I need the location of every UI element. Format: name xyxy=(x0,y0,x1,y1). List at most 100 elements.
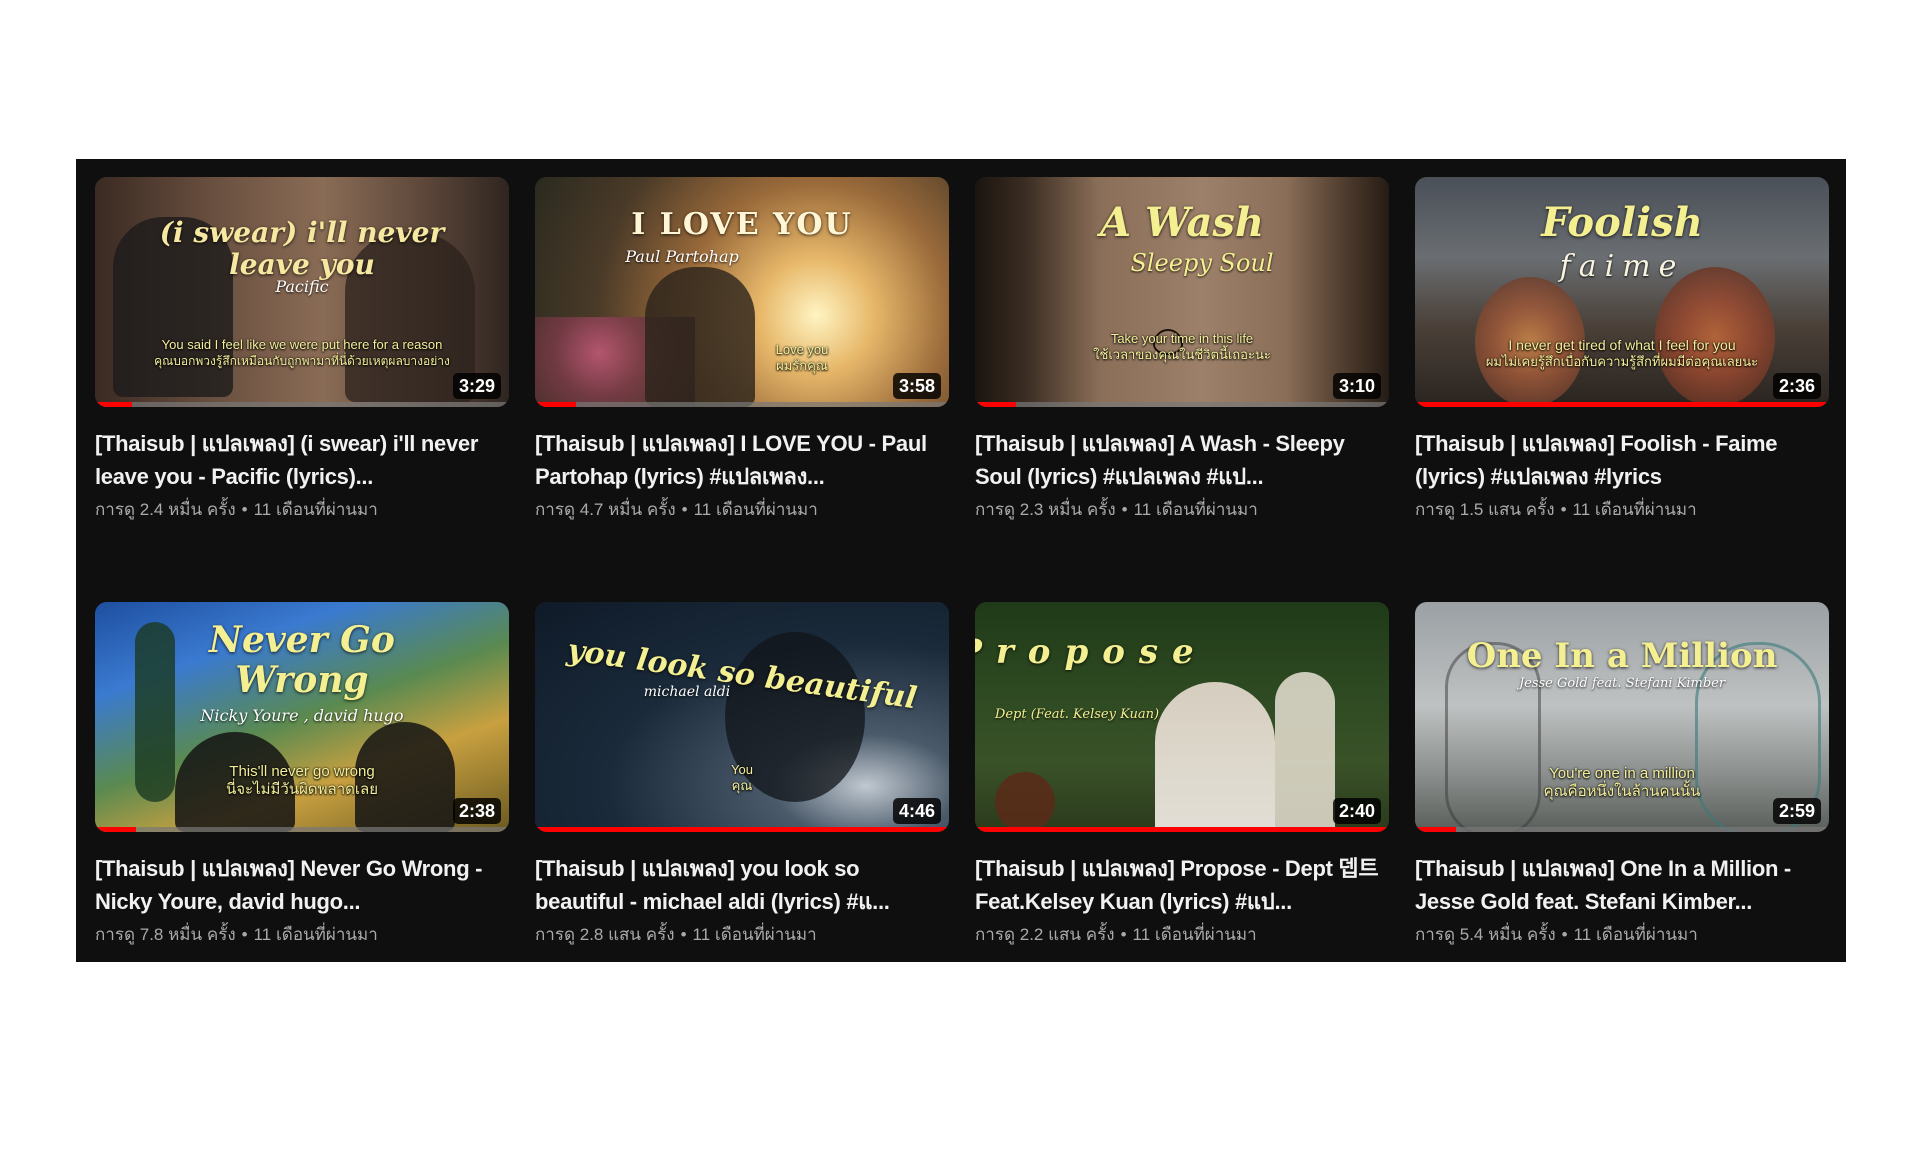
watch-progress-bar xyxy=(1415,827,1829,832)
thumbnail-lyric-thai: คุณ xyxy=(731,778,753,793)
watch-progress-fill xyxy=(975,827,1389,832)
upload-age: 11 เดือนที่ผ่านมา xyxy=(253,500,378,519)
thumbnail-artist: Sleepy Soul xyxy=(1130,249,1274,277)
meta-separator: • xyxy=(1561,925,1568,944)
video-card[interactable]: (i swear) i'll never leave you Pacific Y… xyxy=(95,177,509,602)
watch-progress-fill xyxy=(535,827,949,832)
video-card[interactable]: you look so beautiful michael aldi You ค… xyxy=(535,602,949,1027)
upload-age: 11 เดือนที่ผ่านมา xyxy=(692,925,817,944)
video-title[interactable]: [Thaisub | แปลเพลง] (i swear) i'll never… xyxy=(95,427,509,493)
video-title[interactable]: [Thaisub | แปลเพลง] Never Go Wrong - Nic… xyxy=(95,852,509,918)
video-meta: การดู 7.8 หมื่น ครั้ง • 11 เดือนที่ผ่านมา xyxy=(95,924,509,946)
video-grid-panel: (i swear) i'll never leave you Pacific Y… xyxy=(76,159,1846,962)
thumbnail-figure xyxy=(645,267,755,407)
thumbnail-artist: Paul Partohap xyxy=(625,247,739,266)
watch-progress-fill xyxy=(95,402,133,407)
duration-badge: 4:46 xyxy=(892,798,941,824)
view-count: การดู 2.4 หมื่น ครั้ง xyxy=(95,500,236,519)
watch-progress-bar xyxy=(535,827,949,832)
video-card[interactable]: One In a Million Jesse Gold feat. Stefan… xyxy=(1415,602,1829,1027)
duration-badge: 2:40 xyxy=(1332,798,1381,824)
video-title[interactable]: [Thaisub | แปลเพลง] Propose - Dept 뎁트 Fe… xyxy=(975,852,1389,918)
thumbnail-lyric-thai: ผมไม่เคยรู้สึกเบื่อกับความรู้สึกที่ผมมีต… xyxy=(1485,354,1759,369)
video-meta: การดู 2.4 หมื่น ครั้ง • 11 เดือนที่ผ่านมา xyxy=(95,499,509,521)
meta-separator: • xyxy=(1560,500,1567,519)
meta-separator: • xyxy=(1120,925,1127,944)
thumbnail-artist: Jesse Gold feat. Stefani Kimber xyxy=(1518,676,1726,691)
video-card[interactable]: A Wash Sleepy Soul Take your time in thi… xyxy=(975,177,1389,602)
video-card[interactable]: Never Go Wrong Nicky Youre , david hugo … xyxy=(95,602,509,1027)
video-thumbnail[interactable]: A Wash Sleepy Soul Take your time in thi… xyxy=(975,177,1389,407)
thumbnail-dress xyxy=(1155,682,1275,832)
meta-separator: • xyxy=(1121,500,1128,519)
video-card[interactable]: I LOVE YOU Paul Partohap Love you ผมรักค… xyxy=(535,177,949,602)
thumbnail-figure xyxy=(1275,672,1335,832)
video-thumbnail[interactable]: Never Go Wrong Nicky Youre , david hugo … xyxy=(95,602,509,832)
duration-badge: 2:59 xyxy=(1772,798,1821,824)
upload-age: 11 เดือนที่ผ่านมา xyxy=(1573,925,1698,944)
view-count: การดู 5.4 หมื่น ครั้ง xyxy=(1415,925,1556,944)
video-card[interactable]: Propose Dept (Feat. Kelsey Kuan) 2:40 [T… xyxy=(975,602,1389,1027)
video-title[interactable]: [Thaisub | แปลเพลง] Foolish - Faime (lyr… xyxy=(1415,427,1829,493)
duration-badge: 3:29 xyxy=(452,373,501,399)
video-grid: (i swear) i'll never leave you Pacific Y… xyxy=(95,177,1829,1027)
thumbnail-artist: Nicky Youre , david hugo xyxy=(200,706,404,725)
meta-separator: • xyxy=(241,925,248,944)
view-count: การดู 2.3 หมื่น ครั้ง xyxy=(975,500,1116,519)
watch-progress-bar xyxy=(535,402,949,407)
thumbnail-heading: A Wash xyxy=(1100,199,1264,246)
thumbnail-artist: Dept (Feat. Kelsey Kuan) xyxy=(994,707,1160,722)
video-title[interactable]: [Thaisub | แปลเพลง] I LOVE YOU - Paul Pa… xyxy=(535,427,949,493)
thumbnail-heading: I LOVE YOU xyxy=(631,207,853,242)
watch-progress-fill xyxy=(535,402,577,407)
upload-age: 11 เดือนที่ผ่านมา xyxy=(1132,925,1257,944)
thumbnail-lyric: You said I feel like we were put here fo… xyxy=(161,337,443,352)
thumbnail-heading: Propose xyxy=(975,632,1208,672)
duration-badge: 2:36 xyxy=(1772,373,1821,399)
thumbnail-heading: (i swear) i'll never leave you xyxy=(159,216,445,281)
view-count: การดู 7.8 หมื่น ครั้ง xyxy=(95,925,236,944)
thumbnail-heading: Foolish xyxy=(1541,199,1703,246)
watch-progress-fill xyxy=(975,402,1017,407)
view-count: การดู 2.8 แสน ครั้ง xyxy=(535,925,675,944)
thumbnail-lyric-thai: คุณคือหนึ่งในล้านคนนั้น xyxy=(1543,783,1701,800)
watch-progress-bar xyxy=(975,827,1389,832)
video-card[interactable]: Foolish faime I never get tired of what … xyxy=(1415,177,1829,602)
video-meta: การดู 2.2 แสน ครั้ง • 11 เดือนที่ผ่านมา xyxy=(975,924,1389,946)
watch-progress-fill xyxy=(95,827,137,832)
thumbnail-lyric: Take your time in this life xyxy=(1110,331,1254,346)
video-meta: การดู 5.4 หมื่น ครั้ง • 11 เดือนที่ผ่านมา xyxy=(1415,924,1829,946)
watch-progress-bar xyxy=(1415,402,1829,407)
thumbnail-artist: faime xyxy=(1559,249,1685,284)
upload-age: 11 เดือนที่ผ่านมา xyxy=(693,500,818,519)
watch-progress-bar xyxy=(95,827,509,832)
thumbnail-lyric-thai: นี่จะไม่มีวันผิดพลาดเลย xyxy=(226,781,378,798)
view-count: การดู 4.7 หมื่น ครั้ง xyxy=(535,500,676,519)
video-thumbnail[interactable]: One In a Million Jesse Gold feat. Stefan… xyxy=(1415,602,1829,832)
watch-progress-fill xyxy=(1415,827,1457,832)
video-title[interactable]: [Thaisub | แปลเพลง] you look so beautifu… xyxy=(535,852,949,918)
watch-progress-bar xyxy=(95,402,509,407)
duration-badge: 2:38 xyxy=(452,798,501,824)
duration-badge: 3:10 xyxy=(1332,373,1381,399)
thumbnail-lyric-thai: ผมรักคุณ xyxy=(776,358,828,373)
video-meta: การดู 4.7 หมื่น ครั้ง • 11 เดือนที่ผ่านมา xyxy=(535,499,949,521)
video-thumbnail[interactable]: Foolish faime I never get tired of what … xyxy=(1415,177,1829,407)
video-title[interactable]: [Thaisub | แปลเพลง] A Wash - Sleepy Soul… xyxy=(975,427,1389,493)
video-thumbnail[interactable]: you look so beautiful michael aldi You ค… xyxy=(535,602,949,832)
video-thumbnail[interactable]: (i swear) i'll never leave you Pacific Y… xyxy=(95,177,509,407)
thumbnail-artist: Pacific xyxy=(275,277,329,296)
watch-progress-bar xyxy=(975,402,1389,407)
video-meta: การดู 2.3 หมื่น ครั้ง • 11 เดือนที่ผ่านมา xyxy=(975,499,1389,521)
video-thumbnail[interactable]: I LOVE YOU Paul Partohap Love you ผมรักค… xyxy=(535,177,949,407)
thumbnail-heading: One In a Million xyxy=(1466,636,1778,676)
meta-separator: • xyxy=(680,925,687,944)
video-title[interactable]: [Thaisub | แปลเพลง] One In a Million - J… xyxy=(1415,852,1829,918)
thumbnail-cello xyxy=(995,772,1055,832)
watch-progress-fill xyxy=(1415,402,1829,407)
video-meta: การดู 2.8 แสน ครั้ง • 11 เดือนที่ผ่านมา xyxy=(535,924,949,946)
duration-badge: 3:58 xyxy=(892,373,941,399)
video-thumbnail[interactable]: Propose Dept (Feat. Kelsey Kuan) 2:40 xyxy=(975,602,1389,832)
upload-age: 11 เดือนที่ผ่านมา xyxy=(253,925,378,944)
thumbnail-lyric: You're one in a million xyxy=(1549,765,1695,782)
